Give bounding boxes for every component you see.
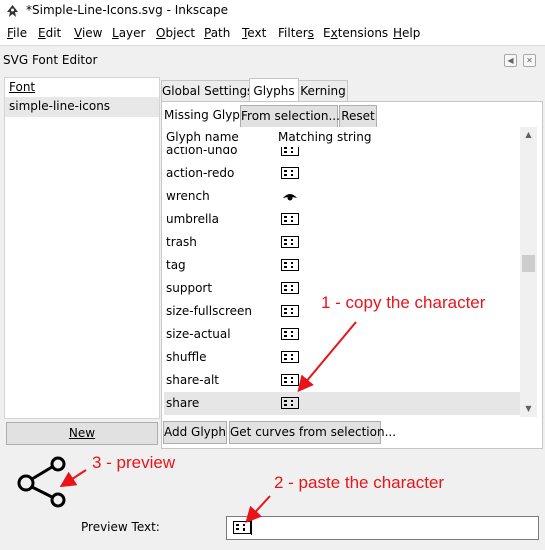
glyph-row[interactable]: paint [164,415,520,417]
glyph-row[interactable]: share-alt [164,369,520,392]
tab-glyphs[interactable]: Glyphs [249,78,299,103]
col-glyph-name[interactable]: Glyph name [166,130,239,144]
missing-glyph-box-icon [281,236,299,248]
menu-path[interactable]: Path [204,26,230,40]
font-list-header[interactable]: Font [5,78,159,96]
scroll-up-icon[interactable]: ▲ [520,127,537,143]
get-curves-button[interactable]: Get curves from selection... [229,421,396,444]
tab-kerning[interactable]: Kerning [298,80,348,102]
glyph-name: trash [166,235,197,249]
missing-glyph-box-icon [281,282,299,294]
eye-icon [283,194,297,201]
glyph-row[interactable]: umbrella [164,208,520,231]
missing-glyph-box-icon [281,351,299,363]
missing-glyph-box-icon [281,374,299,386]
menu-filters[interactable]: Filters [278,26,314,40]
menu-help[interactable]: Help [393,26,420,40]
glyph-table: action-undo action-redo wrench umbrella tras… [164,127,520,417]
glyph-name: action-redo [166,166,235,180]
dock-title: SVG Font Editor [3,53,98,67]
glyph-name: size-fullscreen [166,304,252,318]
missing-glyph-box-icon [281,167,299,179]
missing-glyph-box-icon [281,213,299,225]
window-title: *Simple-Line-Icons.svg - Inkscape [26,3,229,17]
glyph-name: wrench [166,189,210,203]
tab-bar: Global Settings Glyphs Kerning [161,78,541,103]
menu-bar: File Edit View Layer Object Path Text Fi… [0,23,545,46]
col-matching-string[interactable]: Matching string [278,130,371,144]
scroll-thumb[interactable] [522,255,535,272]
font-list: Font simple-line-icons [4,77,160,419]
inkscape-icon [7,5,18,17]
from-selection-button[interactable]: From selection... [240,105,340,128]
glyph-name: support [166,281,213,295]
glyph-name: share [166,396,200,410]
annotation-copy: 1 - copy the character [321,293,486,312]
tab-global-settings[interactable]: Global Settings [161,80,253,102]
preview-text-input[interactable] [226,516,539,540]
glyph-name: size-actual [166,327,231,341]
table-header: Glyph name Matching string [164,127,520,147]
text-cursor [251,520,252,535]
dock-close-icon[interactable]: ✕ [523,54,536,67]
missing-glyph-label: Missing Glyph: [164,108,252,122]
dock-collapse-icon[interactable]: ◀ [504,54,517,67]
menu-object[interactable]: Object [156,26,195,40]
missing-glyph-box-icon [233,521,251,534]
preview-text-label: Preview Text: [81,520,160,534]
scroll-down-icon[interactable]: ▼ [520,401,537,417]
missing-glyph-box-icon [281,305,299,317]
missing-glyph-box-icon [281,397,299,409]
new-font-button[interactable]: New [6,422,158,445]
menu-file[interactable]: File [7,26,27,40]
glyph-row[interactable]: wrench [164,185,520,208]
glyph-row[interactable]: size-actual [164,323,520,346]
menu-layer[interactable]: Layer [112,26,145,40]
glyph-row[interactable]: shuffle [164,346,520,369]
glyph-scrollbar[interactable]: ▲ ▼ [520,127,537,417]
menu-view[interactable]: View [74,26,102,40]
menu-extensions[interactable]: Extensions [323,26,388,40]
menu-edit[interactable]: Edit [38,26,61,40]
reset-button[interactable]: Reset [339,105,377,128]
font-list-item[interactable]: simple-line-icons [5,97,159,117]
glyphs-panel: Missing Glyph: From selection... Reset a… [161,101,543,449]
glyph-rows: action-undo action-redo wrench umbrella tras… [164,127,520,417]
dock-header: SVG Font Editor ◀ ✕ [0,48,545,72]
annotation-preview: 3 - preview [92,453,176,472]
glyph-row[interactable]: tag [164,254,520,277]
share-icon [17,456,66,508]
missing-glyph-box-icon [281,328,299,340]
missing-glyph-box-icon [281,259,299,271]
glyph-row[interactable]: trash [164,231,520,254]
title-bar: *Simple-Line-Icons.svg - Inkscape [0,0,545,23]
glyph-name: share-alt [166,373,219,387]
glyph-name: shuffle [166,350,207,364]
menu-text[interactable]: Text [242,26,266,40]
glyph-name: tag [166,258,186,272]
glyph-row[interactable]: action-redo [164,162,520,185]
glyph-row[interactable]: share [164,392,520,415]
annotation-paste: 2 - paste the character [274,473,445,492]
add-glyph-button[interactable]: Add Glyph [163,421,227,444]
glyph-name: umbrella [166,212,219,226]
